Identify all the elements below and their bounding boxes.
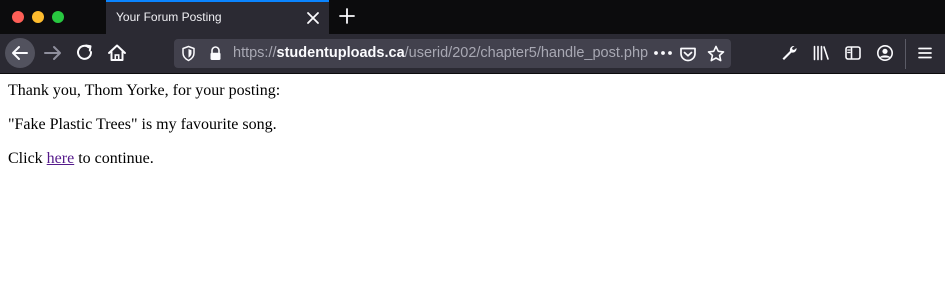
url-scheme: https:// [233, 45, 277, 61]
continue-link[interactable]: here [47, 150, 75, 167]
back-arrow-icon[interactable] [5, 38, 35, 68]
url-text[interactable]: https://studentuploads.ca/userid/202/cha… [233, 45, 648, 61]
continue-message: Click here to continue. [8, 150, 937, 168]
url-host: studentuploads.ca [276, 45, 405, 61]
library-icon[interactable] [811, 43, 831, 63]
thanks-suffix: , for your posting: [164, 82, 281, 99]
sidebar-icon[interactable] [843, 43, 863, 63]
continue-suffix: to continue. [74, 150, 154, 167]
lock-icon[interactable] [207, 45, 224, 62]
tab-active[interactable]: Your Forum Posting [106, 0, 329, 34]
reload-icon[interactable] [71, 39, 99, 67]
wrench-icon[interactable] [779, 43, 799, 63]
continue-prefix: Click [8, 150, 47, 167]
new-tab-icon[interactable] [338, 6, 356, 26]
forward-arrow-icon[interactable] [39, 39, 67, 67]
toolbar-separator [905, 39, 906, 69]
page-content: Thank you, Thom Yorke, for your posting:… [8, 74, 937, 184]
navigation-toolbar: https://studentuploads.ca/userid/202/cha… [0, 34, 945, 74]
star-icon[interactable] [706, 44, 726, 64]
url-path: /userid/202/chapter5/handle_post.php [404, 45, 649, 61]
tab-title: Your Forum Posting [116, 10, 222, 24]
home-icon[interactable] [103, 39, 131, 67]
title-bar: Your Forum Posting [0, 0, 945, 34]
hamburger-menu-icon[interactable] [915, 43, 935, 63]
window-close-button[interactable] [12, 11, 24, 23]
posting-text: "Fake Plastic Trees" is my favourite son… [8, 116, 277, 133]
more-icon[interactable] [652, 44, 674, 62]
thank-you-message: Thank you, Thom Yorke, for your posting: [8, 82, 937, 100]
window-minimize-button[interactable] [32, 11, 44, 23]
address-bar[interactable]: https://studentuploads.ca/userid/202/cha… [174, 39, 731, 68]
thanks-prefix: Thank you, [8, 82, 85, 99]
user-name: Thom Yorke [84, 82, 165, 99]
window-maximize-button[interactable] [52, 11, 64, 23]
account-icon[interactable] [875, 43, 895, 63]
tab-close-icon[interactable] [304, 8, 322, 28]
shield-icon[interactable] [180, 45, 197, 62]
pocket-icon[interactable] [678, 44, 698, 64]
